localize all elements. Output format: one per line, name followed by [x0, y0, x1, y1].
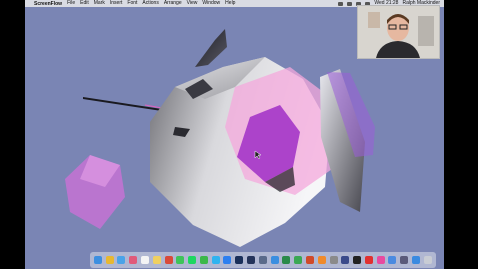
- chrome-icon[interactable]: [105, 256, 114, 264]
- bbedit-icon[interactable]: [341, 256, 350, 264]
- app-store-icon[interactable]: [223, 256, 232, 264]
- menu-insert[interactable]: Insert: [110, 0, 123, 7]
- status-icon-1[interactable]: [338, 1, 344, 6]
- excel-icon[interactable]: [282, 256, 291, 264]
- itunes-icon[interactable]: [376, 256, 385, 264]
- notes-icon[interactable]: [152, 256, 161, 264]
- messages-icon[interactable]: [211, 256, 220, 264]
- chrome-2-icon[interactable]: [164, 256, 173, 264]
- screenflow-icon[interactable]: [258, 256, 267, 264]
- menu-font[interactable]: Font: [127, 0, 137, 7]
- menu-mark[interactable]: Mark: [94, 0, 105, 7]
- photos-icon[interactable]: [129, 256, 138, 264]
- status-icon-2[interactable]: [347, 1, 353, 6]
- settings-icon[interactable]: [329, 256, 338, 264]
- finder-icon[interactable]: [93, 256, 102, 264]
- powerpoint-icon[interactable]: [305, 256, 314, 264]
- facetime-icon[interactable]: [199, 256, 208, 264]
- menu-file[interactable]: File: [67, 0, 75, 7]
- dark-diamond-shape: [195, 29, 227, 67]
- whatsapp-icon[interactable]: [176, 256, 185, 264]
- menu-actions[interactable]: Actions: [142, 0, 158, 7]
- downloads-icon[interactable]: [411, 256, 420, 264]
- spotify-icon[interactable]: [188, 256, 197, 264]
- pyramid-app-icon[interactable]: [400, 256, 409, 264]
- pages-icon[interactable]: [317, 256, 326, 264]
- keynote-icon[interactable]: [270, 256, 279, 264]
- menu-view[interactable]: View: [187, 0, 198, 7]
- calendar-icon[interactable]: [141, 256, 150, 264]
- wall-picture: [368, 12, 380, 28]
- menu-help[interactable]: Help: [225, 0, 235, 7]
- dock: [90, 252, 436, 268]
- safari-icon[interactable]: [117, 256, 126, 264]
- presenter-video: [358, 6, 439, 58]
- preview-icon[interactable]: [388, 256, 397, 264]
- trash-icon[interactable]: [423, 256, 432, 264]
- numbers-icon[interactable]: [294, 256, 303, 264]
- terminal-icon[interactable]: [353, 256, 362, 264]
- app-menu[interactable]: ScreenFlow: [34, 1, 62, 7]
- lightroom-icon[interactable]: [247, 256, 256, 264]
- red-app-icon[interactable]: [364, 256, 373, 264]
- menu-window[interactable]: Window: [202, 0, 220, 7]
- webcam-overlay: [357, 5, 440, 59]
- menu-edit[interactable]: Edit: [80, 0, 89, 7]
- photoshop-icon[interactable]: [235, 256, 244, 264]
- menu-arrange[interactable]: Arrange: [164, 0, 182, 7]
